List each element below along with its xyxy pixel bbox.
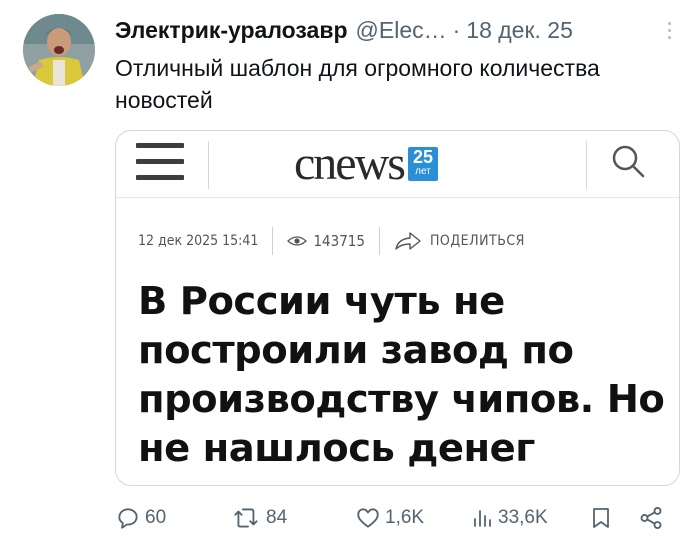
repost-count: 84 xyxy=(266,507,288,528)
like-button[interactable]: 1,6K xyxy=(355,498,424,538)
article-date: 12 дек 2025 15:41 xyxy=(138,233,259,249)
share-arrow-icon xyxy=(395,232,421,250)
search-icon xyxy=(612,145,645,178)
analytics-icon xyxy=(474,510,491,527)
article-headline: В России чуть не построили завод по прои… xyxy=(138,279,665,471)
meta-divider xyxy=(272,227,274,255)
bookmark-button[interactable] xyxy=(590,498,612,538)
share-label: ПОДЕЛИТЬСЯ xyxy=(429,233,525,249)
reply-icon xyxy=(118,508,138,529)
share-button[interactable] xyxy=(638,498,664,538)
logo-text: cnews xyxy=(294,137,406,190)
tweet-action-bar: 60 84 1,6K 33,6K xyxy=(0,498,700,538)
header-divider xyxy=(208,141,209,189)
logo-badge-number: 25 xyxy=(412,147,433,167)
views-count: 33,6K xyxy=(498,507,548,528)
logo-badge-sub: лет xyxy=(415,166,431,177)
hamburger-menu-icon xyxy=(136,141,188,183)
share-icon xyxy=(640,507,662,529)
reply-count: 60 xyxy=(145,507,167,528)
avatar-image xyxy=(23,14,95,86)
author-handle[interactable]: @Elec… xyxy=(356,17,447,44)
repost-button[interactable]: 84 xyxy=(232,498,287,538)
views-button[interactable]: 33,6K xyxy=(470,498,548,538)
news-site-header: cnews 25 лет xyxy=(116,131,679,198)
heart-icon xyxy=(357,508,379,528)
more-options-icon[interactable] xyxy=(658,18,680,42)
article-views: 143715 xyxy=(313,232,365,250)
header-separator: · xyxy=(452,16,461,43)
tweet-date[interactable]: 18 дек. 25 xyxy=(466,17,573,44)
header-divider xyxy=(586,141,587,189)
reply-button[interactable]: 60 xyxy=(115,498,166,538)
meta-divider xyxy=(378,227,380,255)
article-meta: 12 дек 2025 15:41 143715 ПОДЕЛИТЬСЯ xyxy=(138,223,659,259)
repost-icon xyxy=(234,508,258,528)
like-count: 1,6K xyxy=(385,507,425,528)
logo-badge: 25 лет xyxy=(407,147,438,181)
cnews-logo: cnews 25 лет xyxy=(294,139,438,189)
avatar[interactable] xyxy=(23,14,95,86)
bookmark-icon xyxy=(593,508,609,528)
author-name[interactable]: Электрик-уралозавр xyxy=(115,17,348,44)
tweet-text: Отличный шаблон для огромного количества… xyxy=(115,55,600,113)
tweet-media-card[interactable]: cnews 25 лет 12 дек 2025 15:41 143715 ПО… xyxy=(115,130,680,486)
eye-icon xyxy=(287,236,308,246)
tweet-header: Электрик-уралозавр @Elec… · 18 дек. 25 xyxy=(115,14,680,46)
